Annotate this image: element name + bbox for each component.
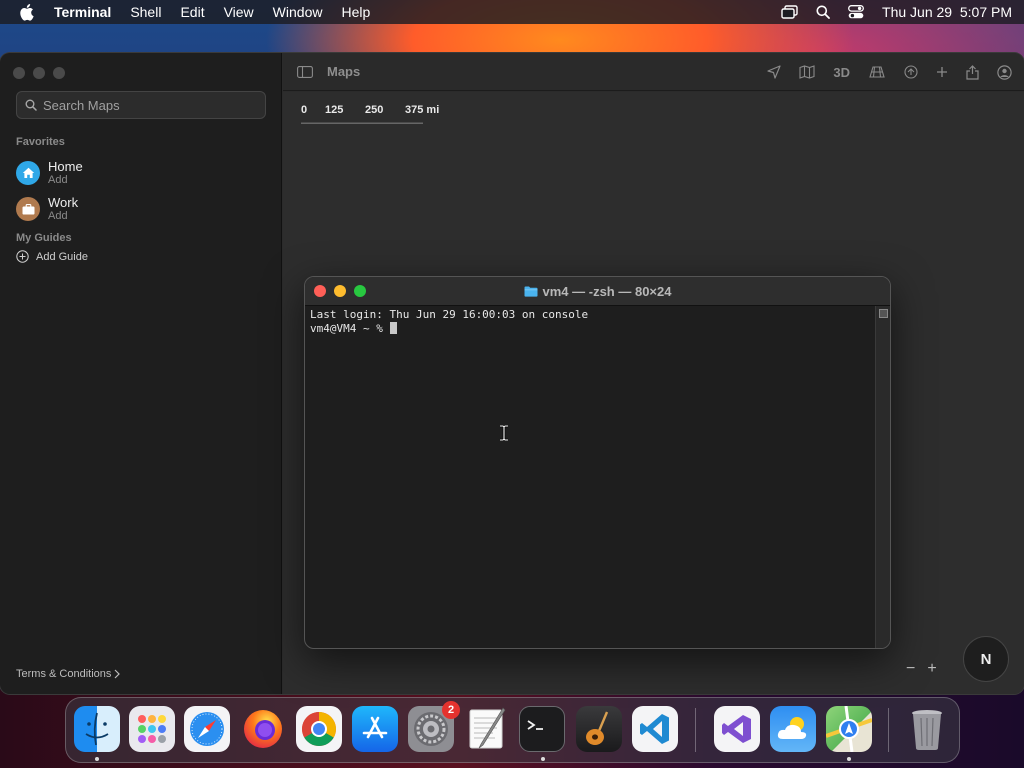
maps-window-title: Maps [327,64,361,79]
menu-edit[interactable]: Edit [180,4,204,20]
favorite-home[interactable]: Home Add [16,159,83,187]
menu-bar-clock[interactable]: Thu Jun 29 5:07 PM [882,4,1012,20]
tracking-icon[interactable] [904,65,918,79]
maps-window-controls [13,67,65,79]
terminal-title-bar[interactable]: vm4 — -zsh — 80×24 [305,277,890,306]
terminal-running-indicator [541,757,545,761]
app-store-icon[interactable] [352,706,398,752]
chevron-right-icon [114,669,121,679]
maps-toolbar: Maps 3D [283,53,1024,91]
scale-label-0: 0 [301,104,308,116]
maps-maximize-button[interactable] [53,67,65,79]
menu-app-terminal[interactable]: Terminal [54,4,111,20]
folder-icon [524,286,537,297]
favorite-work-subtitle: Add [48,210,68,222]
safari-icon[interactable] [184,706,230,752]
terminal-title-text: vm4 — -zsh — 80×24 [542,284,672,299]
textedit-icon[interactable] [464,706,510,752]
terms-and-conditions-link[interactable]: Terms & Conditions [16,668,121,680]
maps-app-icon[interactable] [826,706,872,752]
trash-icon[interactable] [904,706,950,752]
maps-toolbar-icons: 3D [767,53,1012,91]
terms-label: Terms & Conditions [16,668,112,680]
system-settings-badge: 2 [442,701,460,719]
firefox-icon[interactable] [240,706,286,752]
search-icon [25,99,37,111]
terminal-app-icon[interactable] [519,706,565,752]
terminal-scrollbar[interactable] [875,306,890,648]
location-arrow-icon[interactable] [767,65,781,79]
control-center-icon[interactable] [848,5,864,19]
maps-close-button[interactable] [13,67,25,79]
map-mode-icon[interactable] [799,65,815,79]
terminal-prompt: vm4@VM4 ~ % [310,322,390,335]
favorites-heading: Favorites [16,136,65,148]
vscode-icon[interactable] [632,706,678,752]
chrome-icon[interactable] [296,706,342,752]
favorite-home-title: Home [48,159,83,174]
screen-mirroring-icon[interactable] [781,5,798,19]
maps-running-indicator [847,757,851,761]
dock-separator-trash [888,708,889,752]
map-scale: 0 125 250 375 mi [301,104,439,116]
sidebar-toggle-icon[interactable] [297,65,313,78]
home-icon [16,161,40,185]
visual-studio-icon[interactable] [714,706,760,752]
account-icon[interactable] [997,64,1012,80]
apple-menu-icon[interactable] [18,3,34,21]
terminal-window: vm4 — -zsh — 80×24 Last login: Thu Jun 2… [304,276,891,649]
finder-icon[interactable] [74,706,120,752]
3d-button[interactable]: 3D [833,65,850,80]
menu-window[interactable]: Window [273,4,323,20]
add-icon[interactable] [936,66,948,78]
plus-circle-icon [16,250,29,263]
compass-button[interactable]: N [963,636,1009,682]
my-guides-heading: My Guides [16,232,72,244]
terminal-title: vm4 — -zsh — 80×24 [305,284,890,299]
terminal-cursor [390,322,398,334]
menu-shell[interactable]: Shell [130,4,161,20]
zoom-in-button[interactable]: + [927,660,936,678]
dock: 2 [65,697,960,763]
weather-icon[interactable] [770,706,816,752]
favorite-work-title: Work [48,195,79,210]
compass-label: N [980,650,992,668]
map-zoom-controls: − + [906,660,937,678]
maps-search-box[interactable] [16,91,266,119]
finder-running-indicator [95,757,99,761]
map-scale-bar [301,122,423,124]
terminal-line-login: Last login: Thu Jun 29 16:00:03 on conso… [310,308,589,321]
scale-label-375: 375 mi [405,104,440,116]
briefcase-icon [16,197,40,221]
favorite-home-subtitle: Add [48,174,68,186]
terminal-prompt-line: vm4@VM4 ~ % [310,322,874,336]
garageband-icon[interactable] [576,706,622,752]
terminal-scroll-thumb[interactable] [879,309,888,318]
scale-label-125: 125 [325,104,344,116]
look-around-icon[interactable] [868,65,886,79]
add-guide-label: Add Guide [36,250,88,263]
maps-search-input[interactable] [43,97,243,113]
favorite-work[interactable]: Work Add [16,195,78,223]
maps-sidebar: Favorites Home Add Work Add [0,53,282,694]
share-icon[interactable] [966,64,979,80]
dock-separator [695,708,696,752]
maps-minimize-button[interactable] [33,67,45,79]
launchpad-icon[interactable] [129,706,175,752]
menu-bar: Terminal Shell Edit View Window Help Thu… [0,0,1024,24]
terminal-output[interactable]: Last login: Thu Jun 29 16:00:03 on conso… [310,308,874,648]
scale-label-250: 250 [365,104,384,116]
zoom-out-button[interactable]: − [906,660,915,678]
ibeam-cursor-icon [500,425,508,441]
add-guide-button[interactable]: Add Guide [16,250,88,263]
menu-view[interactable]: View [224,4,254,20]
spotlight-search-icon[interactable] [816,5,830,19]
menu-help[interactable]: Help [341,4,370,20]
